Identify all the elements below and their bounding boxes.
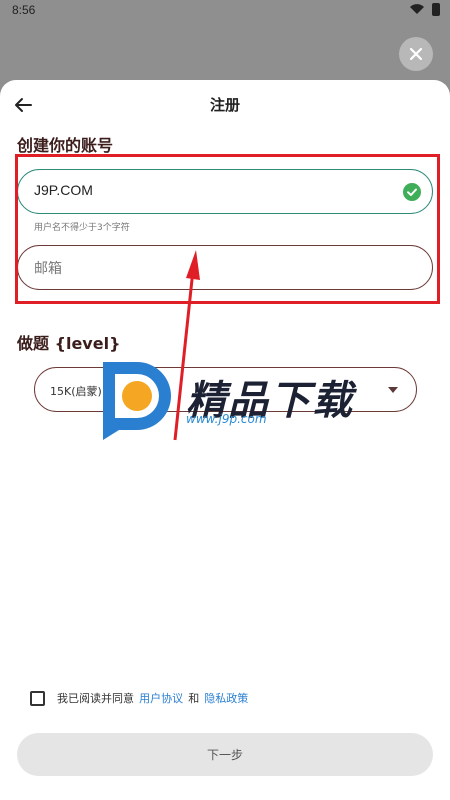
privacy-link[interactable]: 隐私政策 [204, 690, 248, 706]
register-sheet: 注册 创建你的账号 J9P.COM 用户名不得少于3个字符 邮箱 做题 {lev… [0, 80, 450, 800]
agreement-and: 和 [188, 692, 200, 705]
terms-link[interactable]: 用户协议 [139, 690, 183, 706]
status-time: 8:56 [12, 3, 36, 17]
agreement-prefix: 我已阅读并同意 [57, 692, 134, 705]
status-bar: 8:56 [0, 0, 450, 20]
close-icon [409, 47, 423, 61]
close-button[interactable] [399, 37, 433, 71]
agreement-checkbox[interactable] [30, 690, 45, 706]
highlight-box [15, 154, 440, 304]
watermark-logo [103, 362, 171, 440]
header: 注册 [0, 80, 450, 128]
next-button-label: 下一步 [206, 748, 243, 762]
next-button[interactable]: 下一步 [17, 733, 433, 776]
account-section-title: 创建你的账号 [17, 136, 114, 155]
watermark-url: www.j9p.com [186, 412, 267, 426]
level-selected-value: 15K(启蒙) [50, 385, 102, 398]
chevron-down-icon [388, 387, 398, 393]
battery-icon [432, 3, 440, 16]
wifi-icon [410, 4, 424, 14]
page-title: 注册 [209, 96, 240, 114]
level-section-title: 做题 {level} [17, 334, 121, 353]
agreement-row: 我已阅读并同意 用户协议 和 隐私政策 [30, 689, 248, 707]
